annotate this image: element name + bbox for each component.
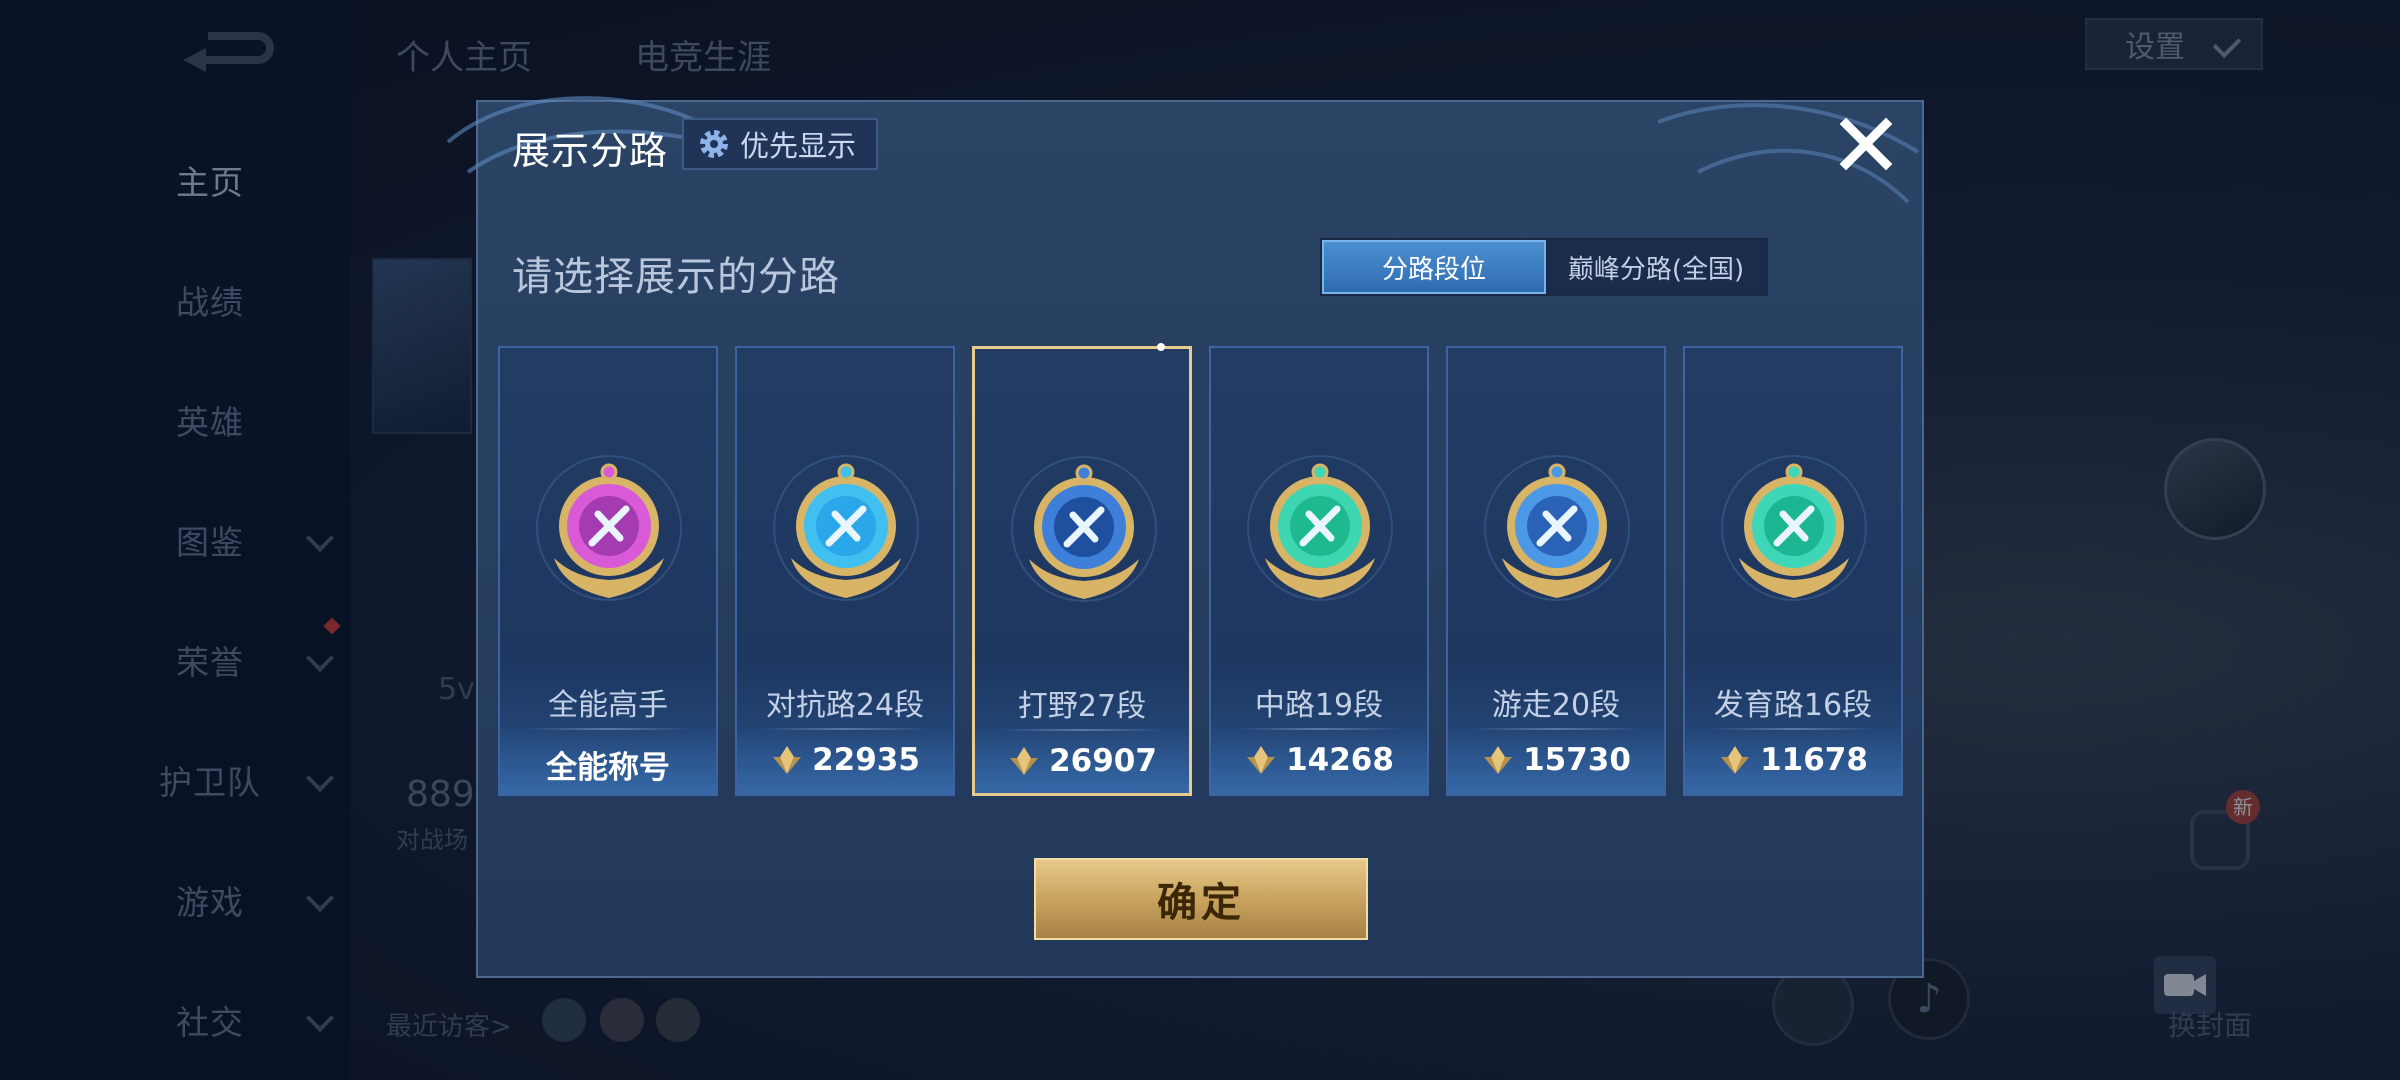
rank-badge-icon [1247,455,1393,601]
rank-badge-icon [1484,455,1630,601]
dialog-subtitle: 请选择展示的分路 [512,254,840,300]
card-divider [999,729,1165,731]
lane-label: 游走20段 [1491,688,1621,723]
lane-card[interactable]: 打野27段 26907 [972,343,1192,796]
rank-badge-icon [536,455,682,601]
card-divider [1472,728,1640,730]
priority-display-button[interactable]: 优先显示 [682,118,878,170]
lane-card[interactable]: 游走20段 15730 [1446,346,1666,796]
score-value: 11678 [1760,742,1868,778]
close-icon[interactable] [1836,114,1896,174]
segment-control: 分路段位 巅峰分路(全国) [1320,238,1768,296]
rank-badge-icon [1011,456,1157,602]
score-row: 全能称号 [500,742,716,787]
peak-score-icon [773,746,802,774]
score-value: 15730 [1523,742,1631,778]
segment-lane-rank[interactable]: 分路段位 [1322,240,1546,294]
lane-display-dialog: 展示分路 优先显示 请选择展示的分路 分路段位 巅峰分路(全国) 全能高手全能称… [446,96,1924,978]
score-value: 14268 [1286,742,1394,778]
selection-corner-dot [1157,343,1165,351]
lane-label: 中路19段 [1254,688,1384,723]
card-divider [524,728,692,730]
peak-score-icon [1010,747,1039,775]
confirm-label: 确定 [1157,880,1245,926]
card-divider [761,728,929,730]
lane-label: 发育路16段 [1713,688,1873,723]
lane-card[interactable]: 全能高手 全能称号 [498,346,718,796]
lane-card[interactable]: 对抗路24段 22935 [735,346,955,796]
card-divider [1235,728,1403,730]
lane-card[interactable]: 中路19段 14268 [1209,346,1429,796]
confirm-button[interactable]: 确定 [1034,858,1368,940]
rank-badge-icon [773,455,919,601]
lane-label: 对抗路24段 [765,688,925,723]
gear-icon [700,130,728,158]
score-row: 11678 [1685,742,1901,778]
peak-score-icon [1721,746,1750,774]
score-row: 15730 [1448,742,1664,778]
rank-badge-icon [1721,455,1867,601]
peak-score-icon [1247,746,1276,774]
score-row: 14268 [1211,742,1427,778]
lane-label: 全能高手 [548,688,668,723]
lane-label: 打野27段 [1017,689,1147,724]
score-value: 22935 [812,742,920,778]
score-value: 全能称号 [546,750,670,786]
peak-score-icon [1484,746,1513,774]
score-row: 26907 [975,743,1189,779]
priority-display-label: 优先显示 [740,129,857,163]
dialog-title: 展示分路 [512,129,669,173]
segment-peak-lane[interactable]: 巅峰分路(全国) [1546,240,1766,294]
lane-card[interactable]: 发育路16段 11678 [1683,346,1903,796]
score-row: 22935 [737,742,953,778]
card-divider [1709,728,1877,730]
score-value: 26907 [1049,743,1157,779]
